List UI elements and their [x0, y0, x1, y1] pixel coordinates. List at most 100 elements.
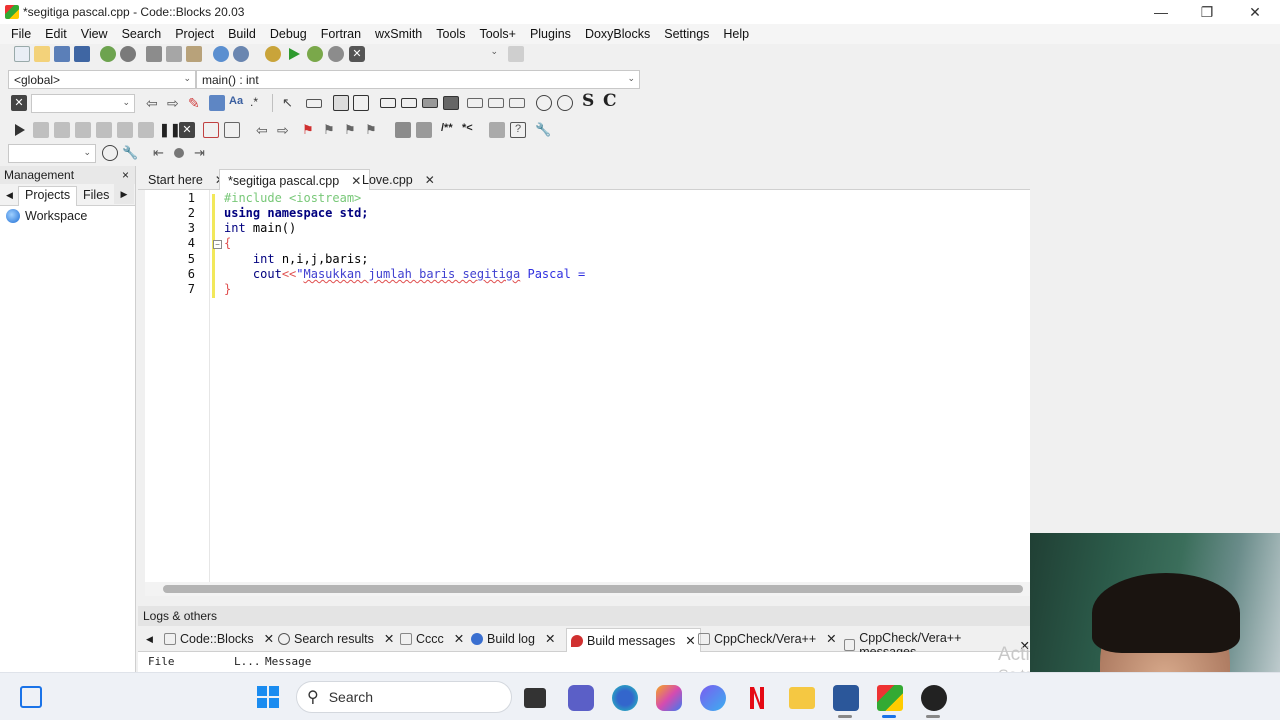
block-icon-2[interactable] [401, 98, 417, 108]
flow-icon-2[interactable] [488, 98, 504, 108]
jump-back-icon[interactable]: ⇤ [153, 145, 169, 161]
tab-search-results[interactable]: Search results ✕ [278, 631, 394, 646]
column-message[interactable]: Message [265, 655, 311, 668]
zoom-in-icon[interactable] [536, 95, 552, 111]
new-file-icon[interactable] [14, 46, 30, 62]
menu-doxyblocks[interactable]: DoxyBlocks [578, 27, 657, 41]
cut-icon[interactable] [146, 46, 162, 62]
column-file[interactable]: File [148, 655, 175, 668]
stop-debug-icon[interactable]: ✕ [179, 122, 195, 138]
next-instruction-icon[interactable] [75, 122, 91, 138]
bookmark-flag-icon[interactable]: ⚑ [302, 122, 318, 138]
block-icon-1[interactable] [380, 98, 396, 108]
menu-debug[interactable]: Debug [263, 27, 314, 41]
help-icon[interactable]: ? [510, 122, 526, 138]
match-case-icon[interactable]: Aa [229, 95, 245, 111]
scrollbar-thumb[interactable] [163, 585, 1023, 593]
menu-settings[interactable]: Settings [657, 27, 716, 41]
menu-fortran[interactable]: Fortran [314, 27, 368, 41]
rectangle-icon[interactable] [306, 99, 322, 108]
open-file-icon[interactable] [34, 46, 50, 62]
c-button[interactable]: C [603, 91, 617, 111]
restore-button[interactable]: ❐ [1184, 0, 1230, 24]
jump-home-icon[interactable] [174, 148, 184, 158]
thread-search-combo[interactable]: ⌄ [8, 144, 96, 163]
workspace-item[interactable]: Workspace [0, 206, 135, 226]
pause-icon[interactable]: ❚❚ [159, 122, 181, 138]
run-icon[interactable] [286, 46, 302, 62]
debug-windows-icon[interactable] [203, 122, 219, 138]
doxy-config-icon[interactable] [489, 122, 505, 138]
highlight-pen-icon[interactable]: ✎ [188, 95, 204, 111]
bookmark-flag-3-icon[interactable]: ⚑ [344, 122, 360, 138]
menu-tools-plus[interactable]: Tools+ [472, 27, 522, 41]
widgets-icon[interactable] [20, 686, 42, 708]
file-explorer-icon[interactable] [789, 687, 815, 709]
rebuild-icon[interactable] [328, 46, 344, 62]
pointer-icon[interactable]: ↖ [282, 95, 298, 111]
bookmark-next-icon[interactable]: ⇨ [277, 122, 293, 138]
fold-toggle-icon[interactable]: − [213, 240, 222, 249]
tab-scroll-right-icon[interactable]: ▶ [114, 184, 134, 204]
tab-files[interactable]: Files [83, 188, 109, 202]
clear-search-icon[interactable]: ✕ [11, 95, 27, 111]
close-panel-icon[interactable]: × [122, 168, 129, 182]
minimize-button[interactable]: — [1138, 0, 1184, 24]
block-icon-4[interactable] [443, 96, 459, 110]
block-icon-3[interactable] [422, 98, 438, 108]
netflix-icon[interactable] [746, 685, 768, 711]
tab-cccc[interactable]: Cccc ✕ [400, 631, 464, 646]
arrow-right-icon[interactable]: ⇨ [167, 95, 183, 111]
taskbar-search-box[interactable]: ⚲ Search [296, 681, 512, 713]
step-out-icon[interactable] [117, 122, 133, 138]
thread-search-icon[interactable] [102, 145, 118, 161]
codeblocks-taskbar-icon[interactable] [877, 685, 903, 711]
shape-icon-2[interactable] [353, 95, 369, 111]
line-comment-icon[interactable]: *< [462, 122, 478, 138]
obs-icon[interactable] [921, 685, 947, 711]
tab-love-cpp[interactable]: Love.cpp ✕ [354, 170, 443, 190]
column-line[interactable]: L... [234, 655, 261, 668]
zoom-out-icon[interactable] [557, 95, 573, 111]
comment-icon-2[interactable] [416, 122, 432, 138]
logs-scroll-left-icon[interactable]: ◀ [146, 634, 153, 645]
save-icon[interactable] [54, 46, 70, 62]
teams-icon[interactable] [568, 685, 594, 711]
find-icon[interactable] [213, 46, 229, 62]
bookmark-flag-2-icon[interactable]: ⚑ [323, 122, 339, 138]
comment-icon-1[interactable] [395, 122, 411, 138]
next-line-icon[interactable] [54, 122, 70, 138]
menu-search[interactable]: Search [115, 27, 169, 41]
block-comment-icon[interactable]: /** [441, 122, 461, 138]
debug-run-icon[interactable] [12, 122, 28, 138]
word-icon[interactable] [833, 685, 859, 711]
undo-icon[interactable] [100, 46, 116, 62]
code-editor[interactable]: 1 2 3 4 5 6 7 − #include <iostream> usin… [145, 190, 1030, 582]
flow-icon-1[interactable] [467, 98, 483, 108]
tab-codeblocks-log[interactable]: Code::Blocks ✕ [164, 631, 274, 646]
tab-build-messages[interactable]: Build messages ✕ [566, 628, 701, 652]
menu-view[interactable]: View [74, 27, 115, 41]
jump-forward-icon[interactable]: ⇥ [194, 145, 210, 161]
menu-plugins[interactable]: Plugins [523, 27, 578, 41]
wrench-icon[interactable]: 🔧 [535, 122, 551, 138]
menu-edit[interactable]: Edit [38, 27, 74, 41]
tab-cppcheck[interactable]: CppCheck/Vera++ ✕ [698, 631, 837, 646]
copilot-icon[interactable] [656, 685, 682, 711]
thread-options-icon[interactable]: 🔧 [122, 145, 138, 161]
bookmark-clear-icon[interactable]: ⚑ [365, 122, 381, 138]
redo-icon[interactable] [120, 46, 136, 62]
tab-scroll-left-icon[interactable]: ◀ [6, 190, 13, 201]
search-text-combo[interactable]: ⌄ [31, 94, 135, 113]
app-icon[interactable] [700, 685, 726, 711]
replace-icon[interactable] [233, 46, 249, 62]
start-button-icon[interactable] [256, 685, 280, 709]
menu-wxsmith[interactable]: wxSmith [368, 27, 429, 41]
flow-icon-3[interactable] [509, 98, 525, 108]
build-and-run-icon[interactable] [307, 46, 323, 62]
close-tab-icon[interactable]: ✕ [425, 173, 435, 187]
abort-icon[interactable]: ✕ [349, 46, 365, 62]
tab-build-log[interactable]: Build log ✕ [471, 631, 555, 646]
debug-info-icon[interactable] [224, 122, 240, 138]
edge-browser-icon[interactable] [612, 685, 638, 711]
